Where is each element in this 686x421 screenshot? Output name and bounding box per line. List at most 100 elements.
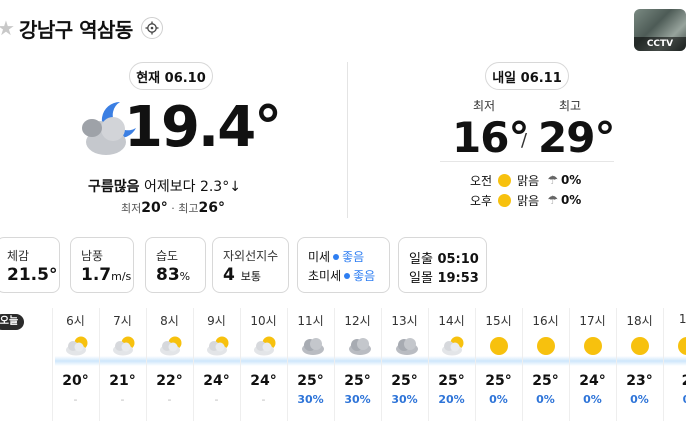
hour-column[interactable]: 18시 23° 0% <box>616 310 663 420</box>
hour-column[interactable]: 14시 25° 20% <box>428 310 475 420</box>
uv-value: 4 <box>223 265 235 285</box>
hour-column[interactable]: 11시 25° 30% <box>287 310 334 420</box>
tomorrow-min-temp: 16° <box>452 113 529 162</box>
wind-box[interactable]: 남풍 1.7m/s <box>70 237 134 293</box>
hour-time: 13시 <box>391 314 418 328</box>
current-location-button[interactable] <box>140 17 163 39</box>
uv-value-line: 4 보통 <box>223 265 261 285</box>
hour-column[interactable]: 10시 24° - <box>240 310 287 420</box>
fine-dust-label: 미세 <box>308 250 331 264</box>
pm-label: 오후 <box>470 193 493 208</box>
sun-icon <box>498 173 512 187</box>
humidity-title: 습도 <box>156 249 179 263</box>
current-date-pill: 현재 06.10 <box>129 62 213 90</box>
cctv-label: CCTV <box>634 37 686 51</box>
hour-temp: 25° <box>438 373 465 389</box>
humidity-value-line: 83% <box>156 265 190 285</box>
hour-time: 10시 <box>250 314 277 328</box>
tomorrow-date-pill[interactable]: 내일 06.11 <box>485 62 569 90</box>
am-condition: 맑음 <box>517 173 540 188</box>
hour-temp: 21° <box>109 373 136 389</box>
fine-dust-row: 미세 좋음 <box>308 248 364 265</box>
sunrise-time: 05:10 <box>437 252 479 267</box>
fine-dust-value: 좋음 <box>342 250 365 264</box>
hour-precip: 0 <box>663 393 686 406</box>
pm-precip: 0% <box>560 193 582 207</box>
wind-title: 남풍 <box>81 249 104 263</box>
hour-temp: 22° <box>156 373 183 389</box>
hour-precip: 0% <box>583 393 602 406</box>
hour-precip: 30% <box>344 393 371 406</box>
hour-time: 8시 <box>160 314 179 328</box>
hour-time: 18시 <box>626 314 653 328</box>
sun-icon <box>628 334 652 358</box>
uv-box[interactable]: 자외선지수 4 보통 <box>212 237 289 293</box>
hour-column[interactable]: 15시 25° 0% <box>475 310 522 420</box>
sun-icon <box>498 193 512 207</box>
partly-cloudy-sun-icon <box>158 334 182 358</box>
partly-cloudy-sun-icon <box>205 334 229 358</box>
hour-column[interactable]: 9시 24° - <box>193 310 240 420</box>
sunset-row: 일몰 19:53 <box>409 267 479 286</box>
am-precip: 0% <box>560 173 582 187</box>
hour-temp: 25° <box>344 373 371 389</box>
compare-yesterday: 어제보다 2.3°↓ <box>143 179 241 195</box>
hour-precip: 0% <box>536 393 555 406</box>
am-label: 오전 <box>470 173 493 188</box>
current-condition-line: 구름많음 어제보다 2.3°↓ <box>88 176 241 196</box>
hour-temp: 24° <box>250 373 277 389</box>
hour-column[interactable]: 6시 20° - <box>52 310 99 420</box>
location-title[interactable]: 강남구 역삼동 <box>19 14 133 43</box>
ultrafine-dust-label: 초미세 <box>308 269 342 283</box>
hour-precip: - <box>261 393 266 406</box>
hour-temp: 2 <box>663 373 686 389</box>
sunrise-box[interactable]: 일출 05:10 일몰 19:53 <box>398 237 487 293</box>
partly-cloudy-sun-icon <box>64 334 88 358</box>
min-value: 20° <box>141 200 168 216</box>
feels-like-value: 21.5° <box>7 265 58 285</box>
humidity-value: 83 <box>156 265 180 285</box>
uv-unit: 보통 <box>240 270 262 283</box>
hour-column[interactable]: 13시 25° 30% <box>381 310 428 420</box>
hour-precip: 0% <box>489 393 508 406</box>
wind-value-line: 1.7m/s <box>81 265 131 285</box>
hour-time: 9시 <box>207 314 226 328</box>
crosshair-icon <box>145 21 159 35</box>
tomorrow-pm-row: 오후 맑음 ☂ 0% <box>470 190 581 210</box>
hour-time: 19 <box>678 312 686 326</box>
hour-column[interactable]: 12시 25° 30% <box>334 310 381 420</box>
feels-like-box[interactable]: 체감 21.5° <box>0 237 60 293</box>
hour-precip: 20% <box>438 393 465 406</box>
today-badge: 오늘 <box>0 314 24 330</box>
hour-temp: 25° <box>297 373 324 389</box>
hour-time: 7시 <box>113 314 132 328</box>
weather-widget: ★ 강남구 역삼동 CCTV 현재 06.10 19.4° 구름많음 어제보다 … <box>0 0 686 421</box>
hour-temp: 25° <box>485 373 512 389</box>
hour-time: 12시 <box>344 314 371 328</box>
hour-column[interactable]: 7시 21° - <box>99 310 146 420</box>
hour-precip: 0% <box>630 393 649 406</box>
wind-unit: m/s <box>111 270 132 283</box>
wind-value: 1.7 <box>81 265 112 285</box>
dust-box[interactable]: 미세 좋음 초미세 좋음 <box>297 237 390 293</box>
hour-column[interactable]: 1920 <box>663 310 686 420</box>
tomorrow-slash: / <box>521 130 528 151</box>
cctv-thumbnail[interactable]: CCTV <box>634 9 686 51</box>
hour-column[interactable]: 8시 22° - <box>146 310 193 420</box>
sun-icon <box>675 334 686 358</box>
hour-time: 16시 <box>532 314 559 328</box>
current-min-max: 최저20° · 최고26° <box>121 200 225 216</box>
ultrafine-dust-row: 초미세 좋음 <box>308 267 375 284</box>
hour-time: 14시 <box>438 314 465 328</box>
hour-temp: 23° <box>626 373 653 389</box>
favorite-star-icon[interactable]: ★ <box>0 16 15 40</box>
humidity-box[interactable]: 습도 83% <box>145 237 206 293</box>
hour-column[interactable]: 16시 25° 0% <box>522 310 569 420</box>
hour-temp: 25° <box>391 373 418 389</box>
uv-title: 자외선지수 <box>223 249 279 263</box>
cloudy-icon <box>299 334 324 358</box>
partly-cloudy-sun-icon <box>111 334 135 358</box>
status-dot-icon <box>344 272 351 279</box>
hour-column[interactable]: 17시 24° 0% <box>569 310 616 420</box>
sunrise-label: 일출 <box>409 252 433 267</box>
